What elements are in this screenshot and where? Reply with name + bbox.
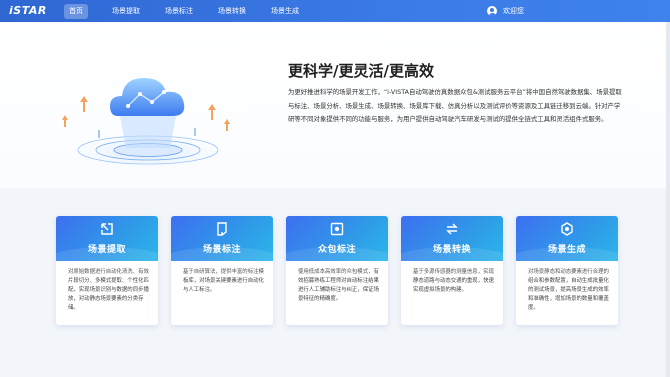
vertical-scrollbar[interactable]: [666, 22, 670, 377]
card-header: 场景转换: [401, 216, 503, 275]
feature-card-scene-generate[interactable]: 场景生成 对场景静态和动态要素进行合理的组合和参数配置，自动生成批量化的测试场景…: [516, 216, 618, 325]
cloud-platform-illustration: [60, 78, 236, 172]
hero-section: 更科学/更灵活/更高效 为更好推进科学的场景开发工作，“i-VISTA自动驾驶仿…: [0, 22, 670, 188]
feature-cards: 场景提取 对原始数据进行自动化清洗、有效片段切分、多模式提取、个性化匹配，实现场…: [56, 216, 618, 326]
top-nav-bar: iSTAR 首页 场景提取 场景标注 场景转换 场景生成 欢迎您: [0, 0, 670, 22]
brand-logo[interactable]: iSTAR: [9, 4, 47, 18]
crowdsource-icon: [330, 222, 344, 236]
card-title: 场景提取: [87, 245, 126, 255]
hero-title: 更科学/更灵活/更高效: [288, 62, 434, 80]
hero-description: 为更好推进科学的场景开发工作，“i-VISTA自动驾驶仿真数据众包&测试服务云平…: [288, 88, 622, 123]
convert-icon: [446, 223, 458, 235]
card-title: 场景生成: [547, 245, 586, 255]
nav-item-scene-extract[interactable]: 场景提取: [106, 4, 146, 19]
card-title: 场景标注: [202, 245, 241, 255]
extract-icon: [101, 223, 113, 235]
feature-card-scene-convert[interactable]: 场景转换 基于多源传感器的测量信息，实现静态道路与动态交通的重现，快速实现虚拟场…: [401, 216, 503, 325]
feature-card-crowdsource-annotate[interactable]: 众包标注 使用低成本高效率的众包模式，有效招募熟练工程师对自动标注结果进行人工辅…: [286, 216, 388, 325]
user-avatar-icon: [487, 6, 497, 16]
card-title: 场景转换: [432, 245, 471, 255]
feature-card-scene-annotate[interactable]: 场景标注 基于自研算法，提供丰富的标注模板库，对场景关键要素进行自动化与人工标注…: [171, 216, 273, 325]
card-header: 场景提取: [56, 216, 158, 275]
nav-item-scene-generate[interactable]: 场景生成: [265, 4, 305, 19]
user-greeting: 欢迎您: [503, 7, 524, 15]
nav-item-scene-annotate[interactable]: 场景标注: [159, 4, 199, 19]
nav-item-scene-convert[interactable]: 场景转换: [212, 4, 252, 19]
card-title: 众包标注: [317, 245, 356, 255]
annotate-icon: [217, 222, 227, 236]
feature-card-scene-extract[interactable]: 场景提取 对原始数据进行自动化清洗、有效片段切分、多模式提取、个性化匹配，实现场…: [56, 216, 158, 325]
card-header: 众包标注: [286, 216, 388, 275]
nav-item-home[interactable]: 首页: [64, 4, 88, 19]
card-header: 场景标注: [171, 216, 273, 275]
card-header: 场景生成: [516, 216, 618, 275]
generate-icon: [561, 222, 573, 236]
main-nav: 首页 场景提取 场景标注 场景转换 场景生成: [64, 4, 318, 19]
user-menu[interactable]: 欢迎您: [487, 5, 524, 17]
